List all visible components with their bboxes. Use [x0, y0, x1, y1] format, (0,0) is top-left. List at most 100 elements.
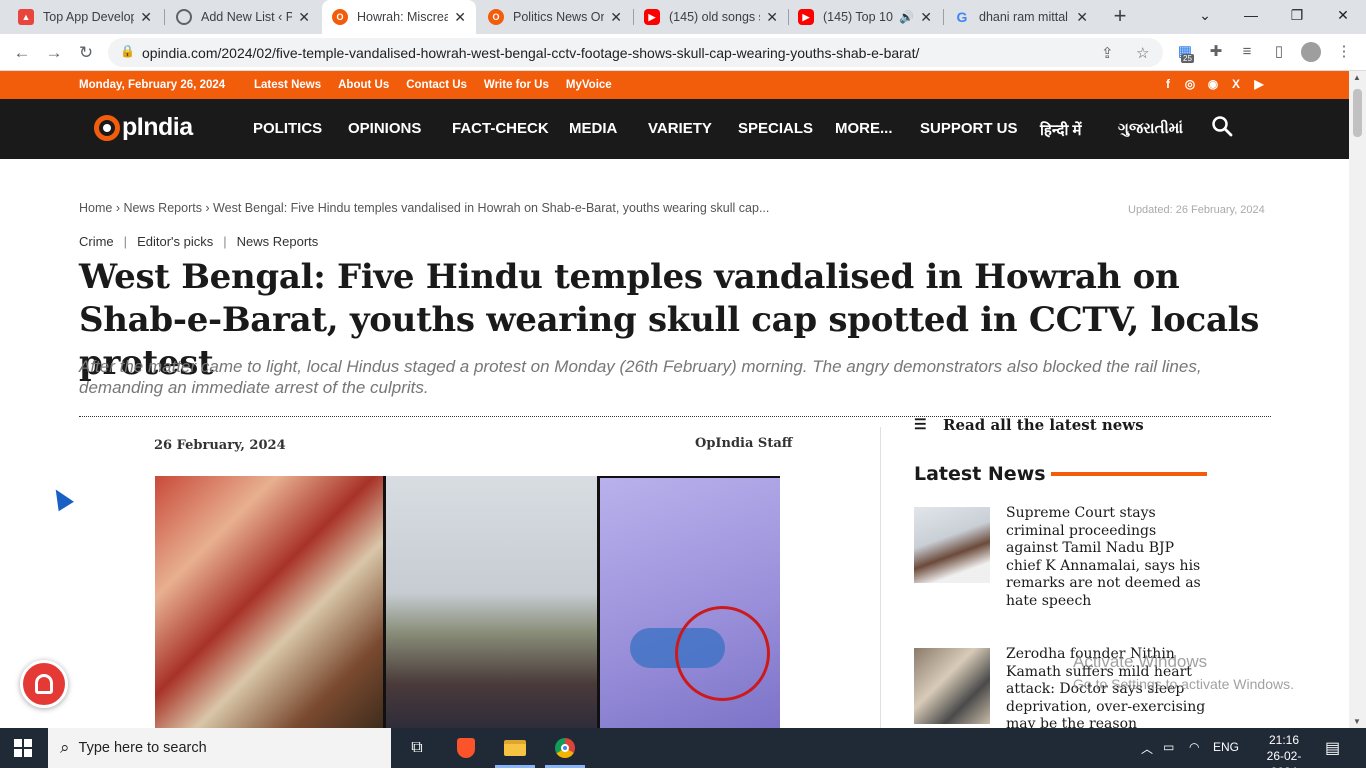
activate-title: Activate Windows — [1073, 652, 1208, 671]
close-tab-icon[interactable]: ✕ — [766, 9, 778, 26]
nav-fact-check[interactable]: FACT-CHECK — [452, 120, 549, 137]
windows-start-icon[interactable] — [14, 739, 32, 757]
browser-tab[interactable]: ▶ (145) Top 10 🔊 ✕ — [788, 0, 942, 34]
category-crime[interactable]: Crime — [79, 234, 114, 249]
back-button[interactable]: ← — [10, 41, 34, 65]
top-links: Latest News About Us Contact Us Write fo… — [254, 79, 612, 91]
close-tab-icon[interactable]: ✕ — [610, 9, 622, 26]
notification-bell-button[interactable] — [20, 660, 68, 708]
reload-button[interactable]: ↻ — [74, 41, 98, 65]
new-tab-button[interactable]: + — [1108, 4, 1132, 28]
featured-image[interactable] — [155, 476, 780, 728]
browser-tab-active[interactable]: O Howrah: Miscrea ✕ — [322, 0, 476, 34]
category-news-reports[interactable]: News Reports — [237, 234, 319, 249]
close-tab-icon[interactable]: ✕ — [1076, 9, 1088, 26]
nav-variety[interactable]: VARIETY — [648, 120, 712, 137]
article-excerpt: After the matter came to light, local Hi… — [79, 357, 1202, 397]
nav-media[interactable]: MEDIA — [569, 120, 617, 137]
facebook-icon[interactable]: f — [1161, 77, 1175, 91]
scroll-down-arrow[interactable]: ▼ — [1353, 717, 1361, 726]
top-link-write-for-us[interactable]: Write for Us — [484, 79, 549, 91]
temple-idol-photo — [155, 476, 383, 728]
audio-playing-icon[interactable]: 🔊 — [899, 10, 914, 24]
read-all-label: Read all the latest news — [943, 416, 1144, 434]
close-tab-icon[interactable]: ✕ — [298, 9, 310, 26]
lock-icon[interactable]: 🔒 — [120, 44, 135, 58]
youtube-icon[interactable]: ▶ — [1252, 77, 1266, 91]
rss-icon[interactable]: ◉ — [1206, 77, 1220, 91]
top-link-latest-news[interactable]: Latest News — [254, 79, 321, 91]
youtube-favicon: ▶ — [798, 9, 814, 25]
taskbar-search-box[interactable]: ⌕ Type here to search — [48, 728, 391, 768]
close-window-button[interactable]: ✕ — [1320, 0, 1366, 30]
notifications-icon[interactable]: ▤ — [1325, 738, 1340, 758]
google-favicon: G — [956, 9, 968, 25]
share-icon[interactable]: ⇪ — [1101, 44, 1114, 62]
omnibox[interactable]: 🔒 opindia.com/2024/02/five-temple-vandal… — [108, 38, 1163, 67]
nav-politics[interactable]: POLITICS — [253, 120, 322, 137]
nav-gujarati[interactable]: ગુજરાતીમાં — [1118, 120, 1183, 137]
task-view-icon[interactable]: ⧉ — [405, 736, 429, 760]
windows-taskbar: ⌕ Type here to search ⧉ ︿ ▭ ◠ ENG 21:16 … — [0, 728, 1366, 779]
media-control-icon[interactable]: ≡ — [1237, 42, 1257, 62]
tab-search-icon[interactable]: ⌄ — [1182, 0, 1228, 30]
top-link-about-us[interactable]: About Us — [338, 79, 389, 91]
activate-windows-watermark: Activate Windows Go to Settings to activ… — [1073, 652, 1294, 692]
browser-tab[interactable]: Add New List ‹ PF ✕ — [166, 0, 320, 34]
instagram-icon[interactable]: ◎ — [1183, 77, 1197, 91]
browser-tab[interactable]: G dhani ram mittal ✕ — [944, 0, 1098, 34]
nav-specials[interactable]: SPECIALS — [738, 120, 813, 137]
nav-more[interactable]: MORE... — [835, 120, 893, 137]
top-link-contact-us[interactable]: Contact Us — [406, 79, 467, 91]
wifi-icon[interactable]: ◠ — [1189, 740, 1199, 754]
close-tab-icon[interactable]: ✕ — [454, 9, 466, 26]
post-author[interactable]: OpIndia Staff — [695, 436, 792, 451]
file-explorer-icon[interactable] — [503, 736, 527, 760]
nav-hindi[interactable]: हिन्दी में — [1040, 120, 1081, 140]
nav-opinions[interactable]: OPINIONS — [348, 120, 421, 137]
show-hidden-icons-chevron[interactable]: ︿ — [1141, 740, 1153, 757]
menu-kebab-icon[interactable]: ⋮ — [1334, 42, 1354, 62]
opindia-logo[interactable]: pIndia — [94, 113, 193, 142]
tab-title: (145) old songs s — [669, 10, 761, 24]
chrome-icon[interactable] — [553, 736, 577, 760]
nav-support-us[interactable]: SUPPORT US — [920, 120, 1018, 137]
category-separator: | — [223, 234, 227, 249]
app-develop-favicon: ▲ — [18, 9, 34, 25]
breadcrumb[interactable]: Home › News Reports › West Bengal: Five … — [79, 201, 769, 215]
news-title[interactable]: Supreme Court stays criminal proceedings… — [1006, 505, 1211, 611]
page-scrollbar[interactable]: ▲ ▼ — [1349, 71, 1366, 728]
browser-tab[interactable]: ▶ (145) old songs s ✕ — [634, 0, 788, 34]
category-editors-picks[interactable]: Editor's picks — [137, 234, 213, 249]
close-tab-icon[interactable]: ✕ — [920, 9, 932, 26]
language-indicator[interactable]: ENG — [1213, 740, 1239, 754]
forward-button[interactable]: → — [42, 41, 66, 65]
tab-title: dhani ram mittal — [979, 10, 1068, 24]
opindia-favicon: O — [332, 9, 348, 25]
extensions-puzzle-icon[interactable]: ✚ — [1206, 42, 1226, 62]
browser-tab[interactable]: O Politics News On ✕ — [478, 0, 632, 34]
minimize-button[interactable]: — — [1228, 0, 1274, 30]
news-thumbnail[interactable] — [914, 507, 990, 583]
restore-button[interactable]: ❐ — [1274, 0, 1320, 30]
scrollbar-thumb[interactable] — [1353, 89, 1362, 137]
search-icon[interactable] — [1211, 115, 1233, 137]
system-clock[interactable]: 21:16 26-02-2024 — [1254, 732, 1314, 780]
scroll-up-arrow[interactable]: ▲ — [1353, 73, 1361, 82]
tab-title: Top App Develop — [43, 10, 135, 24]
battery-icon[interactable]: ▭ — [1163, 740, 1174, 754]
side-panel-icon[interactable]: ▯ — [1269, 42, 1289, 62]
browser-tab[interactable]: ▲ Top App Develop ✕ — [8, 0, 162, 34]
url-text[interactable]: opindia.com/2024/02/five-temple-vandalis… — [142, 45, 919, 61]
close-tab-icon[interactable]: ✕ — [140, 9, 152, 26]
bookmark-star-icon[interactable]: ☆ — [1136, 44, 1149, 62]
article-categories: Crime | Editor's picks | News Reports — [79, 234, 318, 249]
x-twitter-icon[interactable]: X — [1229, 77, 1243, 91]
post-date: 26 February, 2024 — [154, 438, 286, 453]
top-link-myvoice[interactable]: MyVoice — [566, 79, 612, 91]
read-all-latest-news-link[interactable]: ☰ Read all the latest news — [914, 416, 1144, 434]
brave-browser-icon[interactable] — [454, 736, 478, 760]
profile-avatar[interactable] — [1301, 42, 1321, 62]
opindia-favicon: O — [488, 9, 504, 25]
news-thumbnail[interactable] — [914, 648, 990, 724]
